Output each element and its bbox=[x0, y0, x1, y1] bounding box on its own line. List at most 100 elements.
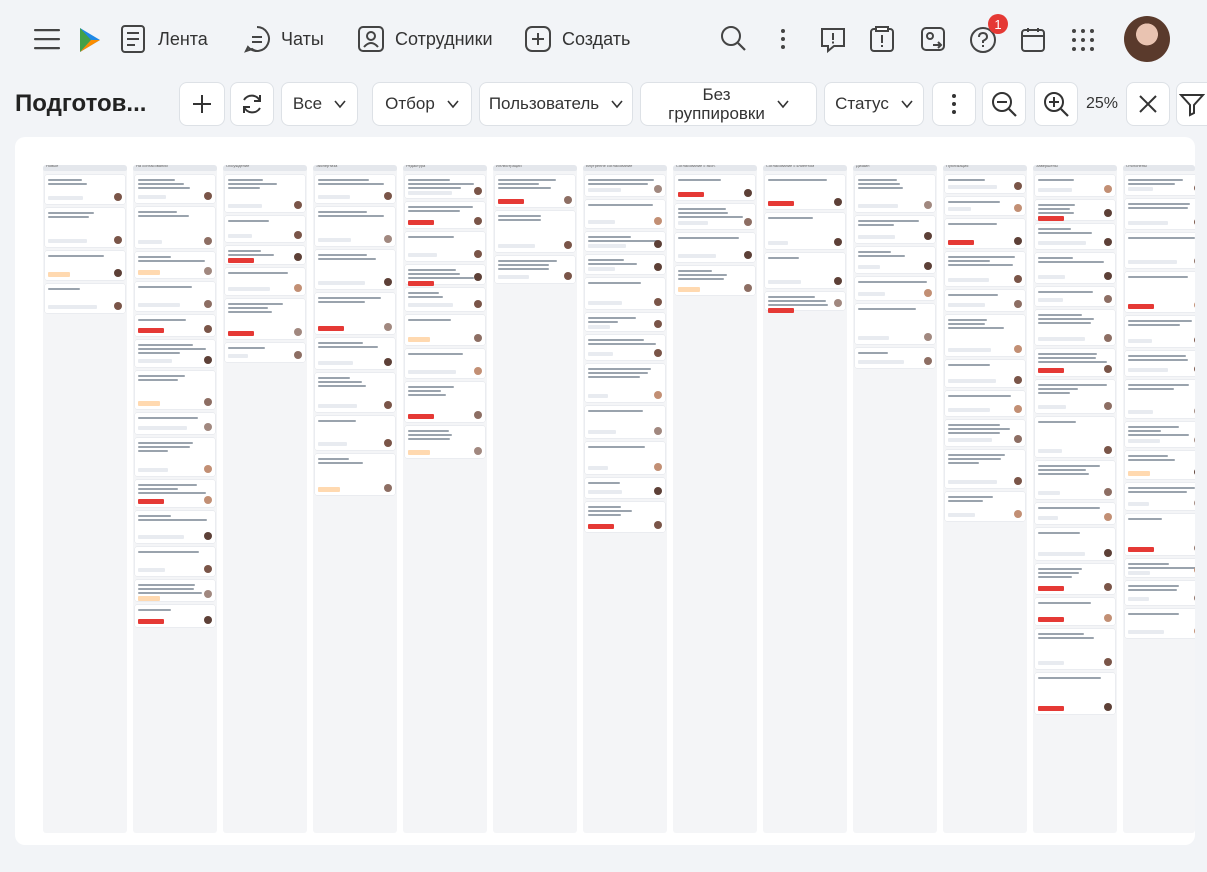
assignee-avatar[interactable] bbox=[384, 484, 392, 492]
nav-chats[interactable]: Чаты bbox=[243, 25, 324, 53]
assignee-avatar[interactable] bbox=[204, 398, 212, 406]
assignee-avatar[interactable] bbox=[474, 273, 482, 281]
assignee-avatar[interactable] bbox=[744, 251, 752, 259]
assignee-avatar[interactable] bbox=[1014, 510, 1022, 518]
task-card[interactable] bbox=[585, 442, 665, 474]
assignee-avatar[interactable] bbox=[1014, 477, 1022, 485]
assignee-avatar[interactable] bbox=[204, 465, 212, 473]
task-card[interactable] bbox=[315, 373, 395, 412]
task-card[interactable] bbox=[45, 251, 125, 280]
task-card[interactable] bbox=[1125, 272, 1195, 312]
assignee-avatar[interactable] bbox=[654, 487, 662, 495]
task-card[interactable] bbox=[45, 208, 125, 247]
task-card[interactable] bbox=[945, 391, 1025, 416]
apps-button[interactable] bbox=[1071, 28, 1095, 52]
assignee-avatar[interactable] bbox=[1194, 436, 1195, 444]
assignee-avatar[interactable] bbox=[834, 238, 842, 246]
assignee-avatar[interactable] bbox=[654, 349, 662, 357]
assignee-avatar[interactable] bbox=[924, 289, 932, 297]
calendar-button[interactable] bbox=[1019, 26, 1047, 54]
task-card[interactable] bbox=[405, 175, 485, 198]
assignee-avatar[interactable] bbox=[294, 201, 302, 209]
task-card[interactable] bbox=[405, 426, 485, 458]
task-card[interactable] bbox=[405, 265, 485, 286]
menu-button[interactable] bbox=[33, 26, 61, 52]
assignee-avatar[interactable] bbox=[204, 532, 212, 540]
task-card[interactable] bbox=[945, 315, 1025, 356]
task-card[interactable] bbox=[135, 371, 215, 409]
assignee-avatar[interactable] bbox=[654, 217, 662, 225]
task-card[interactable] bbox=[135, 511, 215, 543]
task-card[interactable] bbox=[1125, 380, 1195, 418]
task-card[interactable] bbox=[405, 202, 485, 228]
assignee-avatar[interactable] bbox=[564, 196, 572, 204]
task-card[interactable] bbox=[1035, 528, 1115, 560]
task-card[interactable] bbox=[585, 278, 665, 309]
assignee-avatar[interactable] bbox=[1104, 334, 1112, 342]
assignee-avatar[interactable] bbox=[204, 565, 212, 573]
logo[interactable] bbox=[79, 27, 101, 53]
task-card[interactable] bbox=[765, 175, 845, 209]
toolbar-more-button[interactable] bbox=[932, 82, 976, 126]
task-card[interactable] bbox=[945, 492, 1025, 521]
board-column[interactable]: Согласование с эксп. bbox=[673, 165, 757, 833]
assignee-avatar[interactable] bbox=[474, 411, 482, 419]
task-card[interactable] bbox=[135, 252, 215, 278]
assignee-avatar[interactable] bbox=[924, 262, 932, 270]
assignee-avatar[interactable] bbox=[654, 427, 662, 435]
assignee-avatar[interactable] bbox=[1104, 446, 1112, 454]
filter-selection-dropdown[interactable]: Отбор bbox=[372, 82, 472, 126]
task-card[interactable] bbox=[315, 207, 395, 246]
task-card[interactable] bbox=[315, 416, 395, 450]
assignee-avatar[interactable] bbox=[654, 391, 662, 399]
task-card[interactable] bbox=[225, 268, 305, 295]
task-card[interactable] bbox=[1125, 199, 1195, 229]
assignee-avatar[interactable] bbox=[384, 235, 392, 243]
task-card[interactable] bbox=[45, 175, 125, 204]
assignee-avatar[interactable] bbox=[1014, 237, 1022, 245]
add-button[interactable] bbox=[179, 82, 225, 126]
assignee-avatar[interactable] bbox=[924, 357, 932, 365]
task-card[interactable] bbox=[135, 480, 215, 507]
task-card[interactable] bbox=[585, 232, 665, 251]
assignee-avatar[interactable] bbox=[204, 496, 212, 504]
task-card[interactable] bbox=[585, 478, 665, 498]
assignee-avatar[interactable] bbox=[924, 232, 932, 240]
assignee-avatar[interactable] bbox=[294, 328, 302, 336]
zoom-out-button[interactable] bbox=[982, 82, 1026, 126]
assignee-avatar[interactable] bbox=[1104, 488, 1112, 496]
task-card[interactable] bbox=[675, 266, 755, 295]
assignee-avatar[interactable] bbox=[654, 298, 662, 306]
assignee-avatar[interactable] bbox=[1194, 407, 1195, 415]
board-column[interactable]: Внутренне согласование bbox=[583, 165, 667, 833]
assignee-avatar[interactable] bbox=[1014, 345, 1022, 353]
nav-employees[interactable]: Сотрудники bbox=[357, 25, 493, 53]
assignee-avatar[interactable] bbox=[1194, 365, 1195, 373]
task-card[interactable] bbox=[45, 284, 125, 313]
notifications-button[interactable] bbox=[868, 25, 896, 53]
task-card[interactable] bbox=[495, 175, 575, 207]
assignee-avatar[interactable] bbox=[384, 192, 392, 200]
filter-all-dropdown[interactable]: Все bbox=[281, 82, 358, 126]
task-card[interactable] bbox=[945, 175, 1025, 193]
assignee-avatar[interactable] bbox=[654, 521, 662, 529]
task-card[interactable] bbox=[585, 502, 665, 532]
assignee-avatar[interactable] bbox=[1104, 549, 1112, 557]
assignee-avatar[interactable] bbox=[1104, 402, 1112, 410]
assignee-avatar[interactable] bbox=[1104, 703, 1112, 711]
task-card[interactable] bbox=[1125, 422, 1195, 447]
assignee-avatar[interactable] bbox=[1194, 544, 1195, 552]
task-card[interactable] bbox=[1035, 461, 1115, 499]
task-card[interactable] bbox=[225, 299, 305, 339]
filter-button[interactable] bbox=[1176, 82, 1207, 126]
assignee-avatar[interactable] bbox=[294, 284, 302, 292]
task-card[interactable] bbox=[405, 315, 485, 345]
task-card[interactable] bbox=[1035, 417, 1115, 457]
assignee-avatar[interactable] bbox=[204, 267, 212, 275]
task-card[interactable] bbox=[135, 580, 215, 601]
assignee-avatar[interactable] bbox=[384, 323, 392, 331]
task-card[interactable] bbox=[585, 200, 665, 228]
assignee-avatar[interactable] bbox=[1194, 499, 1195, 507]
task-card[interactable] bbox=[945, 219, 1025, 248]
task-card[interactable] bbox=[945, 420, 1025, 446]
